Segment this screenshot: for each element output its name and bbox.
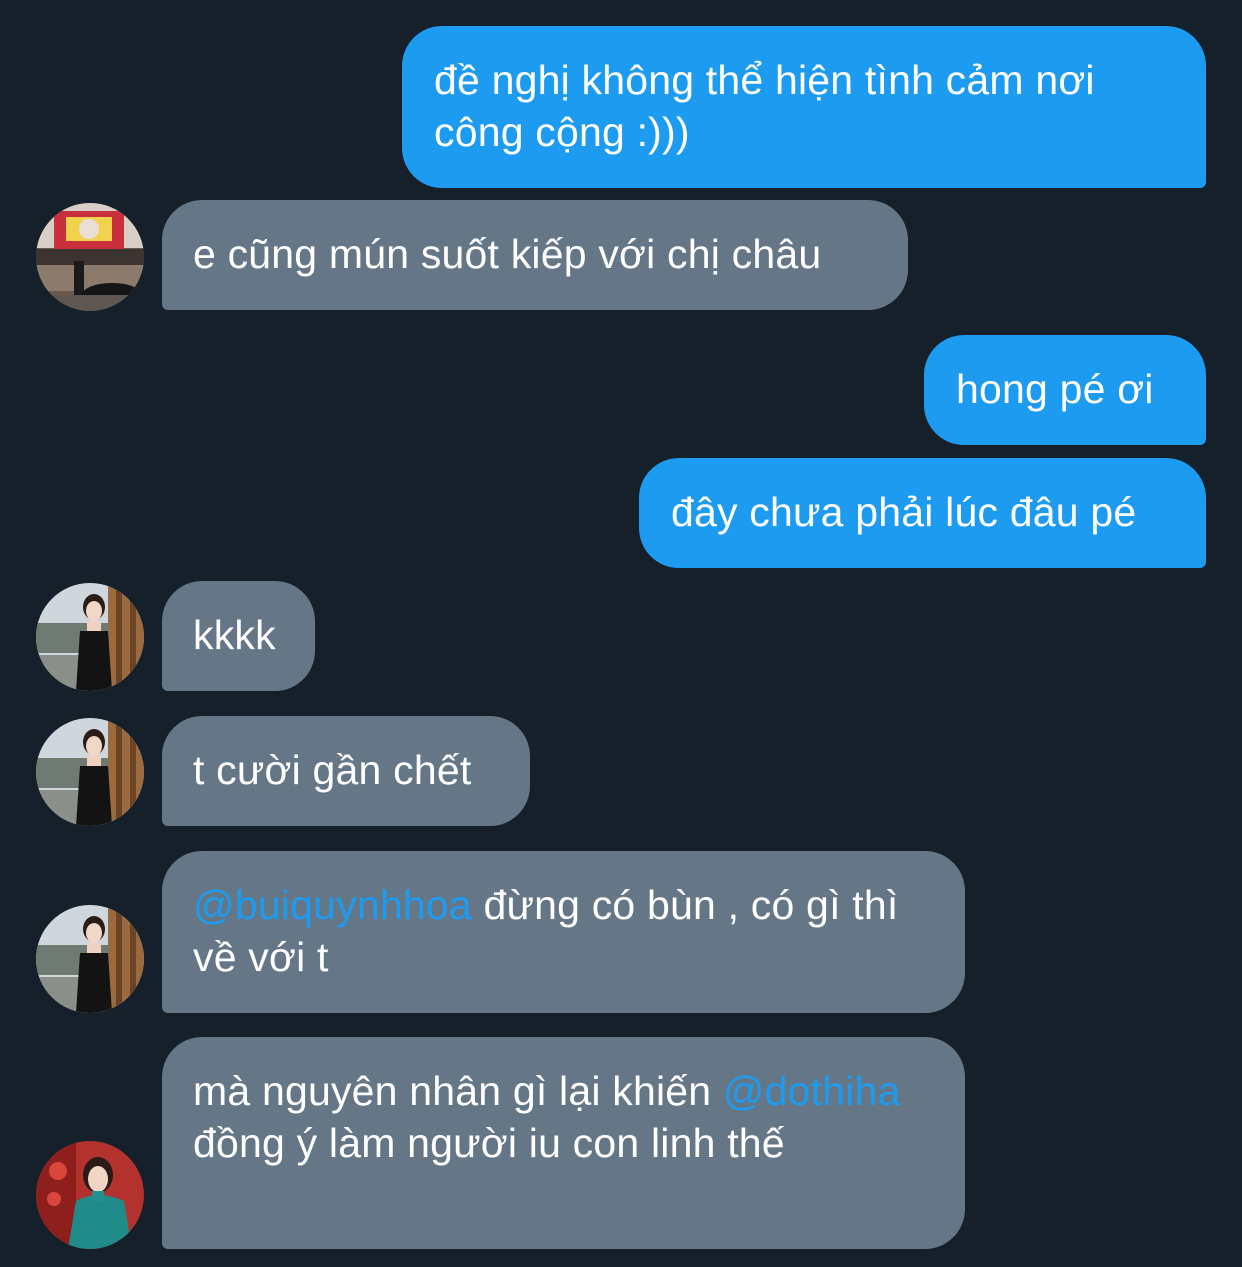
conversation-thread: đề nghị không thể hiện tình cảm nơi công… [0,0,1242,1267]
avatar[interactable] [36,583,144,691]
outgoing-message[interactable]: đây chưa phải lúc đâu pé [639,458,1206,568]
incoming-message[interactable]: t cười gần chết [162,716,530,826]
incoming-message[interactable]: kkkk [162,581,315,691]
message-text: đây chưa phải lúc đâu pé [671,489,1137,535]
avatar-black-dress-icon [36,905,144,1013]
message-text: mà nguyên nhân gì lại khiến [193,1068,723,1114]
incoming-message[interactable]: mà nguyên nhân gì lại khiến @dothiha đồn… [162,1037,965,1249]
incoming-message[interactable]: @buiquynhhoa đừng có bùn , có gì thì về … [162,851,965,1013]
outgoing-message[interactable]: đề nghị không thể hiện tình cảm nơi công… [402,26,1206,188]
avatar-black-dress-icon [36,583,144,691]
incoming-message[interactable]: e cũng mún suốt kiếp với chị châu [162,200,908,310]
message-text: đồng ý làm người iu con linh thế [193,1120,785,1166]
avatar[interactable] [36,905,144,1013]
mention-link[interactable]: @buiquynhhoa [193,882,472,928]
avatar-street-photo-icon [36,203,144,311]
avatar[interactable] [36,718,144,826]
message-text: e cũng mún suốt kiếp với chị châu [193,231,822,277]
message-text: hong pé ơi [956,366,1154,412]
avatar[interactable] [36,1141,144,1249]
outgoing-message[interactable]: hong pé ơi [924,335,1206,445]
message-text: đề nghị không thể hiện tình cảm nơi công… [434,57,1095,155]
message-text: t cười gần chết [193,747,472,793]
mention-link[interactable]: @dothiha [723,1068,901,1114]
avatar-green-dress-icon [36,1141,144,1249]
avatar[interactable] [36,203,144,311]
message-text: kkkk [193,612,276,658]
avatar-black-dress-icon [36,718,144,826]
